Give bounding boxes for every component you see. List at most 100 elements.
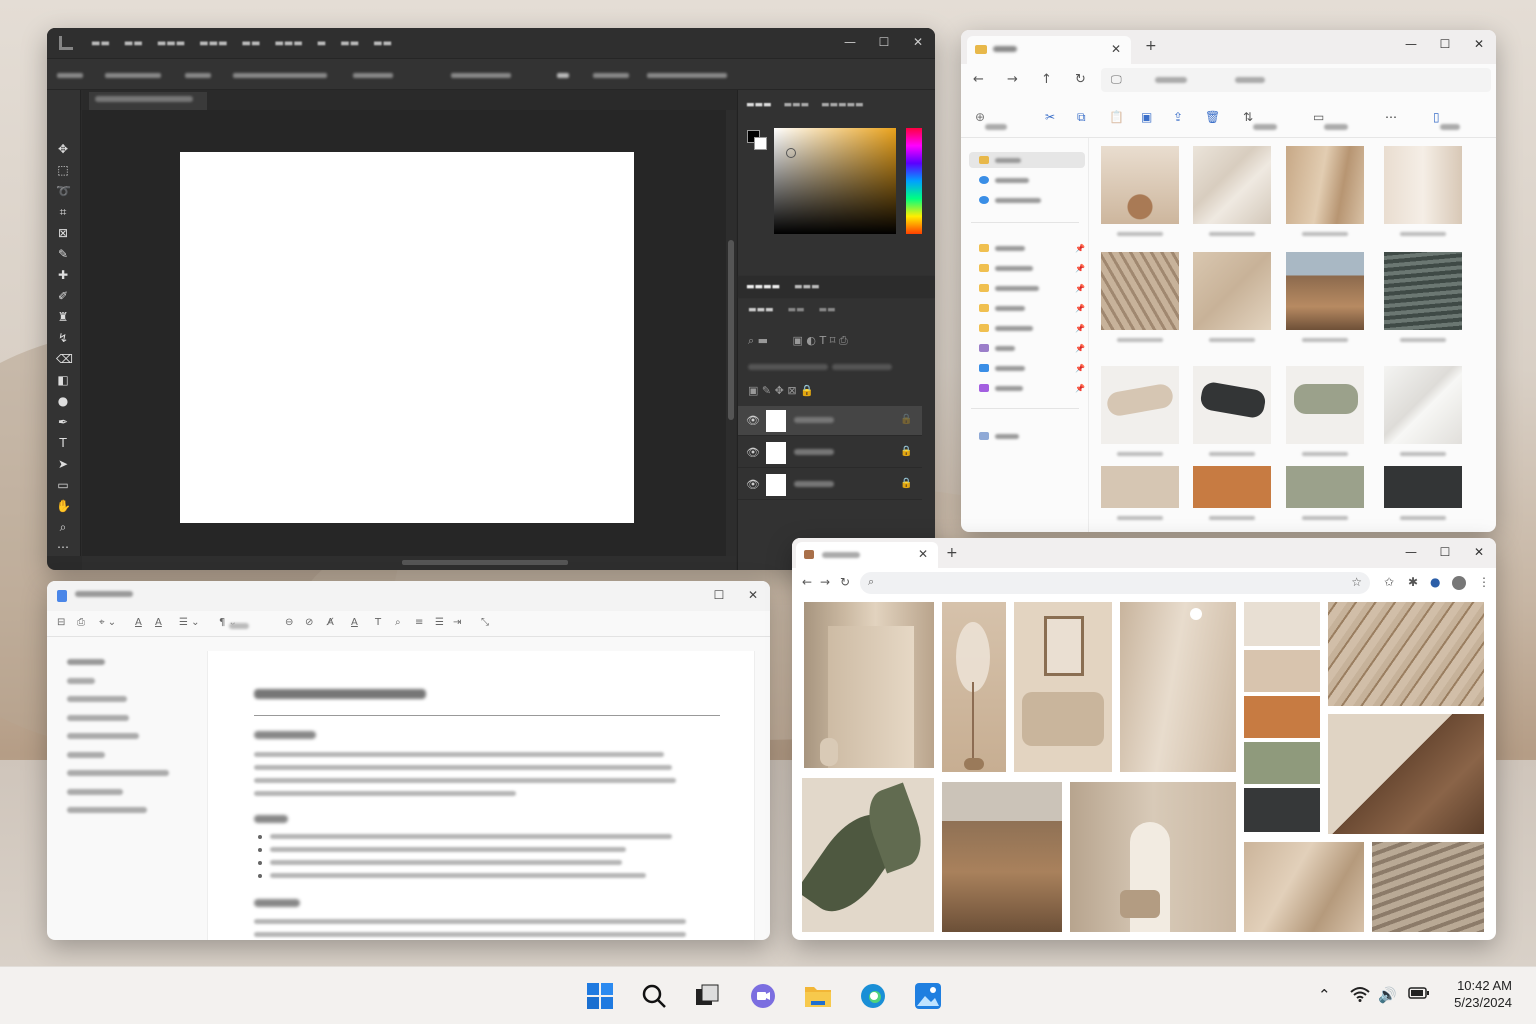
align-icon[interactable]: ≡ bbox=[415, 617, 423, 628]
file-thumbnail-sage-stroke[interactable] bbox=[1286, 366, 1364, 456]
new-tab-button[interactable]: + bbox=[1145, 38, 1157, 54]
moodboard-image-canyon[interactable] bbox=[942, 782, 1062, 932]
blank-canvas[interactable] bbox=[180, 152, 634, 523]
sidebar-item-this-pc[interactable] bbox=[979, 430, 1079, 444]
moodboard-image-light-wall[interactable] bbox=[1120, 602, 1236, 772]
menu-item[interactable]: ▬▬▬ bbox=[199, 38, 227, 49]
avatar[interactable] bbox=[1452, 576, 1466, 590]
layers-subtabs[interactable]: ▬▬▬ ▬▬ ▬▬ bbox=[738, 298, 935, 322]
outline-item[interactable] bbox=[67, 788, 123, 795]
task-view-icon[interactable] bbox=[692, 981, 722, 1011]
more-options-icon[interactable]: ⋯ bbox=[1385, 110, 1397, 124]
list-style-icon[interactable]: ☰ ⌄ bbox=[179, 617, 200, 628]
moodboard-image-palm-leaf[interactable] bbox=[1328, 602, 1484, 706]
cut-icon[interactable]: ✂ bbox=[1045, 110, 1055, 124]
refresh-button[interactable]: ↻ bbox=[1075, 72, 1086, 87]
undo-icon[interactable]: ⊟ bbox=[57, 617, 65, 628]
outline-item[interactable] bbox=[67, 714, 129, 721]
sidebar-item-onedrive-2[interactable] bbox=[979, 194, 1079, 208]
palette-swatch[interactable] bbox=[1244, 650, 1320, 692]
maximize-button[interactable]: ☐ bbox=[867, 28, 901, 56]
moodboard-image-leaf[interactable] bbox=[802, 778, 934, 932]
file-explorer-window[interactable]: ✕ + — ☐ ✕ ← → ↑ ↻ 🖵 ⊕ ✂ ⧉ 📋 ▣ ⇪ 🗑 ⇅ ▭ ⋯ … bbox=[961, 30, 1496, 532]
close-tab-icon[interactable]: ✕ bbox=[918, 547, 928, 561]
file-explorer-icon[interactable] bbox=[803, 981, 833, 1011]
sidebar-item-music[interactable] bbox=[979, 322, 1079, 336]
moodboard-image-linen[interactable] bbox=[1244, 842, 1364, 932]
sidebar-item-pictures[interactable] bbox=[979, 302, 1079, 316]
profile-sync-icon[interactable]: ● bbox=[1430, 575, 1440, 589]
crop-tool-icon[interactable]: ⌗ bbox=[56, 205, 70, 219]
sidebar-item-documents[interactable] bbox=[979, 282, 1079, 296]
minimize-button[interactable]: — bbox=[1394, 538, 1428, 566]
text-icon[interactable]: T bbox=[375, 617, 381, 628]
menu-item[interactable]: ▬▬ bbox=[242, 38, 261, 49]
outline-item[interactable] bbox=[67, 733, 139, 739]
sidebar-item-gallery[interactable] bbox=[979, 362, 1079, 376]
details-button[interactable]: ▯ bbox=[1433, 110, 1460, 130]
file-thumbnail-vase[interactable] bbox=[1101, 146, 1179, 236]
address-bar[interactable]: ⌕ ☆ bbox=[860, 572, 1370, 594]
edge-icon[interactable] bbox=[858, 981, 888, 1011]
file-thumbnail-paper-texture[interactable] bbox=[1193, 146, 1271, 236]
photoshop-menu-items[interactable]: ▬▬ ▬▬ ▬▬▬ ▬▬▬ ▬▬ ▬▬▬ ▬ ▬▬ ▬▬ bbox=[91, 38, 392, 49]
minimize-button[interactable]: — bbox=[833, 28, 867, 56]
pen-tool-icon[interactable]: ✒ bbox=[56, 415, 70, 429]
file-thumbnail-bright-room[interactable] bbox=[1384, 146, 1462, 236]
blend-mode-row[interactable] bbox=[738, 356, 935, 376]
paragraph-style-icon[interactable]: ¶ ⌄ bbox=[219, 617, 249, 629]
blur-tool-icon[interactable]: ● bbox=[56, 394, 70, 408]
moodboard-image-armchair[interactable] bbox=[1014, 602, 1112, 772]
color-swatch-file[interactable] bbox=[1286, 466, 1364, 520]
explorer-tab[interactable]: ✕ bbox=[967, 36, 1131, 64]
close-button[interactable]: ✕ bbox=[736, 581, 770, 609]
color-swatch-file[interactable] bbox=[1384, 466, 1462, 520]
marquee-tool-icon[interactable]: ⬚ bbox=[56, 163, 70, 177]
windows-start-icon[interactable] bbox=[585, 981, 615, 1011]
outline-item[interactable] bbox=[67, 770, 169, 776]
eraser-tool-icon[interactable]: ⌫ bbox=[56, 352, 73, 366]
indent-icon[interactable]: ⇥ bbox=[453, 617, 461, 628]
menu-item[interactable]: ▬▬▬ bbox=[274, 38, 302, 49]
lasso-tool-icon[interactable]: ➰ bbox=[56, 184, 71, 198]
layer-row[interactable]: 👁 🔒 bbox=[738, 470, 922, 500]
file-thumbnail-canyon[interactable] bbox=[1286, 252, 1364, 342]
show-hidden-icons[interactable]: ⌃ bbox=[1318, 986, 1331, 1004]
search-icon[interactable] bbox=[639, 981, 669, 1011]
layer-row[interactable]: 👁 🔒 bbox=[738, 438, 922, 468]
layers-panel-tabs[interactable]: ▬▬▬▬ ▬▬▬ bbox=[738, 276, 935, 298]
new-tab-button[interactable]: + bbox=[946, 545, 958, 561]
extensions-icon[interactable]: ✱ bbox=[1408, 575, 1418, 589]
photos-icon[interactable] bbox=[913, 981, 943, 1011]
layer-row[interactable]: 👁 🔒 bbox=[738, 406, 922, 436]
palette-swatch[interactable] bbox=[1244, 602, 1320, 646]
comment-icon[interactable]: ⊘ bbox=[305, 617, 313, 628]
clear-format-icon[interactable]: A̸ bbox=[327, 617, 334, 628]
paste-icon[interactable]: 📋 bbox=[1109, 110, 1124, 124]
history-brush-icon[interactable]: ↯ bbox=[56, 331, 70, 345]
sort-button[interactable]: ⇅ bbox=[1243, 110, 1278, 130]
bookmark-manager-icon[interactable]: ✩ bbox=[1384, 575, 1394, 589]
reload-button[interactable]: ↻ bbox=[840, 575, 850, 589]
battery-icon[interactable] bbox=[1408, 986, 1430, 1004]
menu-item[interactable]: ▬▬ bbox=[373, 38, 392, 49]
menu-item[interactable]: ▬▬ bbox=[124, 38, 143, 49]
path-select-icon[interactable]: ➤ bbox=[56, 457, 70, 471]
moodboard-image-arch-doorway[interactable] bbox=[1070, 782, 1236, 932]
font-color-icon[interactable]: A bbox=[135, 617, 142, 628]
copy-icon[interactable]: ⧉ bbox=[1077, 110, 1086, 125]
highlight-icon[interactable]: A bbox=[155, 617, 162, 628]
back-button[interactable]: ← bbox=[802, 575, 812, 589]
document-tab[interactable] bbox=[89, 92, 207, 110]
color-picker-field[interactable] bbox=[774, 128, 896, 234]
close-button[interactable]: ✕ bbox=[1462, 30, 1496, 58]
moodboard-image-archway[interactable] bbox=[804, 602, 934, 768]
sidebar-item-videos[interactable] bbox=[979, 342, 1079, 356]
close-tab-icon[interactable]: ✕ bbox=[1111, 42, 1121, 56]
file-thumbnail-charcoal-stroke[interactable] bbox=[1193, 366, 1271, 456]
delete-icon[interactable]: 🗑 bbox=[1205, 110, 1220, 124]
outline-item[interactable] bbox=[67, 696, 127, 702]
up-button[interactable]: ↑ bbox=[1041, 72, 1052, 87]
frame-tool-icon[interactable]: ⊠ bbox=[56, 226, 70, 240]
rename-icon[interactable]: ▣ bbox=[1141, 110, 1152, 124]
